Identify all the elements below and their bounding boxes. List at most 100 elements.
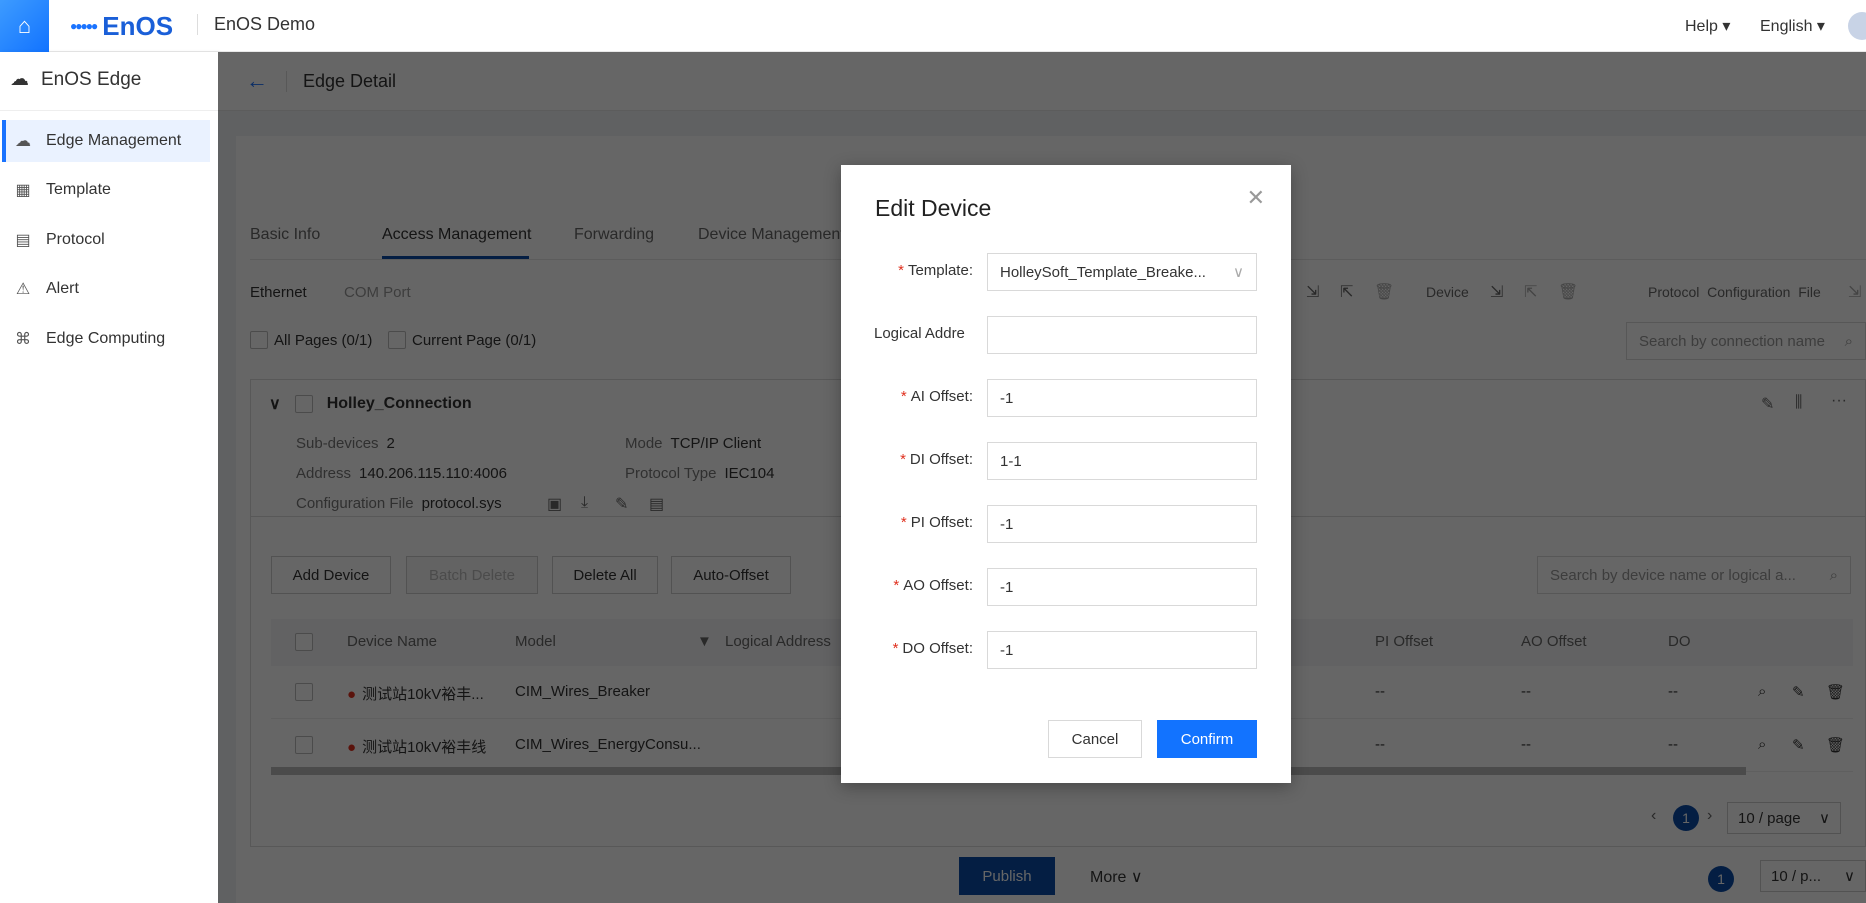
trash-icon[interactable]: 🗑 xyxy=(1826,736,1845,754)
ao-offset-field: * AO Offset: xyxy=(841,568,1291,606)
more-menu[interactable]: More ∨ xyxy=(1090,867,1143,887)
configuration-file: Configuration File protocol.sys xyxy=(296,495,502,512)
delete-all-button[interactable]: Delete All xyxy=(552,556,658,594)
close-icon[interactable]: ✕ xyxy=(1247,185,1265,211)
tab-access-management[interactable]: Access Management xyxy=(382,226,531,244)
home-icon: ⌂ xyxy=(17,13,32,38)
di-offset-input[interactable] xyxy=(987,442,1257,480)
import-icon[interactable]: ⇲ xyxy=(1490,282,1503,302)
app-name: EnOS Demo xyxy=(197,14,315,35)
ai-offset-field: * AI Offset: xyxy=(841,379,1291,417)
help-menu[interactable]: Help ▾ xyxy=(1685,16,1730,36)
publish-button[interactable]: Publish xyxy=(959,857,1055,895)
sidebar-item-edge-management[interactable]: ☁ Edge Management xyxy=(2,120,210,162)
import-icon[interactable]: ⇲ xyxy=(1306,282,1319,302)
sidebar-title: ☁ EnOS Edge xyxy=(10,68,142,91)
sidebar-item-alert[interactable]: ⚠ Alert xyxy=(4,268,212,310)
more-icon[interactable]: ··· xyxy=(1831,392,1847,410)
prev-page-icon[interactable]: ‹ xyxy=(1651,807,1656,825)
edge-cloud-icon: ☁ xyxy=(15,133,31,150)
page-1-button[interactable]: 1 xyxy=(1673,805,1699,831)
chevron-down-icon: ∨ xyxy=(1819,810,1830,827)
chevron-down-icon[interactable]: ∨ xyxy=(269,394,281,414)
dialog-title: Edit Device xyxy=(875,195,992,221)
divider xyxy=(0,110,218,111)
back-arrow-icon[interactable]: ← xyxy=(246,68,268,94)
add-device-button[interactable]: Add Device xyxy=(271,556,391,594)
protocol-config-label: Protocol Configuration File xyxy=(1648,284,1821,300)
logical-address-input[interactable] xyxy=(987,316,1257,354)
logo-dots-icon: ●●●●● xyxy=(70,19,98,33)
page-title: Edge Detail xyxy=(286,70,396,92)
device-search-input[interactable]: Search by device name or logical a... ⌕ xyxy=(1537,556,1851,594)
chevron-down-icon: ∨ xyxy=(1844,868,1855,885)
ao-offset-input[interactable] xyxy=(987,568,1257,606)
home-button[interactable]: ⌂ xyxy=(0,0,49,52)
view-icon[interactable]: ⌕ xyxy=(1758,683,1766,700)
edit-icon[interactable]: ✎ xyxy=(1761,394,1774,414)
tab-forwarding[interactable]: Forwarding xyxy=(574,226,654,244)
export-icon[interactable]: ⇱ xyxy=(1524,282,1537,302)
do-offset-field: * DO Offset: xyxy=(841,631,1291,669)
top-bar: ⌂ ●●●●● EnOS EnOS Demo Help ▾ English ▾ xyxy=(0,0,1866,52)
select-all-checkbox[interactable] xyxy=(295,633,313,651)
pi-offset-input[interactable] xyxy=(987,505,1257,543)
edge-cloud-icon: ☁ xyxy=(10,69,29,90)
trash-icon[interactable]: 🗑 xyxy=(1374,282,1394,302)
sidebar-item-protocol[interactable]: ▤ Protocol xyxy=(4,219,212,261)
command-icon: ⌘ xyxy=(15,331,31,348)
outer-page-1-button[interactable]: 1 xyxy=(1708,866,1734,892)
trash-icon[interactable]: 🗑 xyxy=(1558,282,1578,302)
mode: Mode TCP/IP Client xyxy=(625,435,762,452)
row-checkbox[interactable] xyxy=(295,683,313,701)
connection-name: Holley_Connection xyxy=(326,395,472,412)
row-checkbox[interactable] xyxy=(295,736,313,754)
di-offset-field: * DI Offset: xyxy=(841,442,1291,480)
search-icon: ⌕ xyxy=(1844,332,1853,350)
subtab-ethernet[interactable]: Ethernet xyxy=(250,284,307,301)
subtab-com-port[interactable]: COM Port xyxy=(344,284,411,301)
confirm-button[interactable]: Confirm xyxy=(1157,720,1257,758)
all-pages-checkbox[interactable]: All Pages (0/1) xyxy=(250,331,372,349)
page-size-select[interactable]: 10 / page ∨ xyxy=(1727,802,1841,834)
edit-icon[interactable]: ✎ xyxy=(1792,683,1805,701)
auto-offset-button[interactable]: Auto-Offset xyxy=(671,556,791,594)
do-offset-input[interactable] xyxy=(987,631,1257,669)
pi-offset-field: * PI Offset: xyxy=(841,505,1291,543)
logical-address-field: Logical Addre xyxy=(841,316,1291,354)
language-menu[interactable]: English ▾ xyxy=(1760,16,1825,36)
edit-icon[interactable]: ✎ xyxy=(1792,736,1805,754)
outer-page-size-select[interactable]: 10 / p... ∨ xyxy=(1760,860,1866,892)
search-icon: ⌕ xyxy=(1829,566,1838,584)
sub-devices: Sub-devices 2 xyxy=(296,435,395,452)
download-icon[interactable]: ⤓ xyxy=(581,494,588,512)
next-page-icon[interactable]: › xyxy=(1707,807,1712,825)
sidebar-item-edge-computing[interactable]: ⌘ Edge Computing xyxy=(4,318,212,360)
cancel-button[interactable]: Cancel xyxy=(1048,720,1142,758)
device-label: Device xyxy=(1426,284,1469,300)
batch-delete-button[interactable]: Batch Delete xyxy=(406,556,538,594)
connection-checkbox[interactable] xyxy=(294,395,313,413)
edit-icon[interactable]: ✎ xyxy=(615,494,628,514)
settings-sliders-icon[interactable]: ⫼ xyxy=(1795,394,1802,412)
edit-device-dialog: Edit Device ✕ * Template: HolleySoft_Temp… xyxy=(841,165,1291,783)
sidebar-item-template[interactable]: ▦ Template xyxy=(4,169,212,211)
view-icon[interactable]: ⌕ xyxy=(1758,736,1766,753)
file-view-icon[interactable]: ▤ xyxy=(649,494,664,514)
grid-icon: ▦ xyxy=(15,182,31,199)
filter-icon[interactable]: ▼ xyxy=(697,633,712,650)
ai-offset-input[interactable] xyxy=(987,379,1257,417)
tab-device-management[interactable]: Device Management xyxy=(698,226,845,244)
import-icon[interactable]: ⇲ xyxy=(1848,282,1861,302)
archive-icon[interactable]: ▣ xyxy=(547,494,562,514)
trash-icon[interactable]: 🗑 xyxy=(1826,683,1845,701)
address: Address 140.206.115.110:4006 xyxy=(296,465,507,482)
current-page-checkbox[interactable]: Current Page (0/1) xyxy=(388,331,536,349)
template-select[interactable]: HolleySoft_Template_Breake... ∨ xyxy=(987,253,1257,291)
logo: ●●●●● EnOS xyxy=(70,10,174,41)
page-header: ← Edge Detail xyxy=(218,52,1866,111)
connection-search-input[interactable]: Search by connection name ⌕ xyxy=(1626,322,1866,360)
export-icon[interactable]: ⇱ xyxy=(1340,282,1353,302)
tab-basic-info[interactable]: Basic Info xyxy=(250,226,320,244)
avatar[interactable] xyxy=(1848,12,1866,40)
